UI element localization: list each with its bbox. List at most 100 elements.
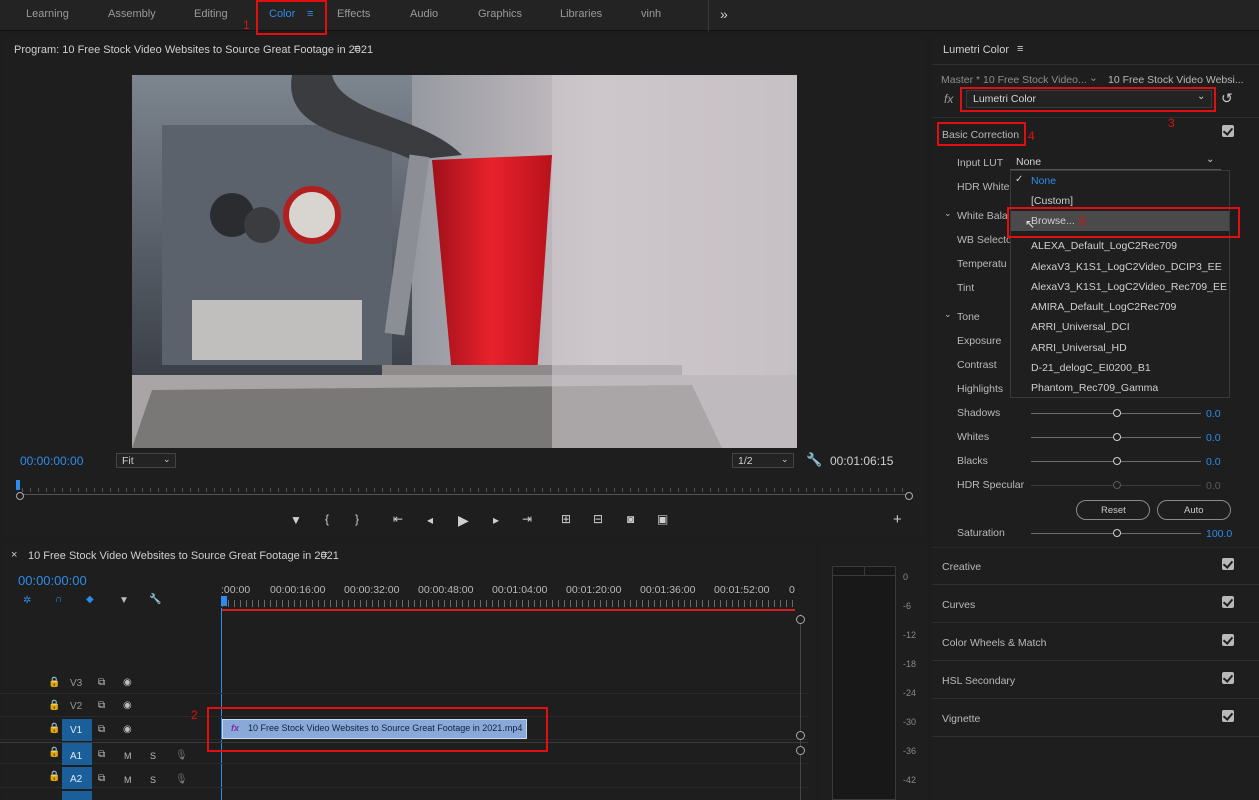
add-button-icon[interactable]: + [893, 511, 902, 528]
sync-lock-icon[interactable]: ⧉ [98, 677, 105, 688]
timeline-timecode[interactable]: 00:00:00:00 [18, 573, 87, 588]
hsl-secondary-checkbox[interactable] [1222, 672, 1234, 684]
settings-wrench-icon[interactable]: 🔧 [149, 594, 161, 605]
vscroll-handle-top[interactable] [796, 615, 805, 624]
master-clip-label[interactable]: Master * 10 Free Stock Video... [941, 74, 1087, 86]
blacks-value[interactable]: 0.0 [1206, 456, 1221, 468]
scrubber-end-handle[interactable] [905, 492, 913, 500]
creative-checkbox[interactable] [1222, 558, 1234, 570]
timeline-vscroll[interactable] [800, 614, 801, 800]
lut-option[interactable]: ALEXA_Default_LogC2Rec709 [1031, 240, 1177, 252]
mute-button[interactable]: M [124, 751, 132, 761]
sync-lock-icon[interactable]: ⧉ [98, 700, 105, 711]
resolution-dropdown[interactable]: 1/2 ⌄ [732, 453, 794, 468]
white-balance-header[interactable]: White Bala [957, 210, 1008, 222]
linked-selection-icon[interactable]: ∩ [55, 594, 62, 605]
go-to-out-icon[interactable]: ⇥ [522, 512, 532, 526]
reset-effect-icon[interactable]: ↺ [1221, 90, 1233, 107]
add-marker-timeline-icon[interactable]: ◆ [86, 594, 94, 605]
tone-header[interactable]: Tone [957, 311, 980, 323]
mark-out-icon[interactable]: } [355, 512, 359, 526]
sync-lock-icon[interactable]: ⧉ [98, 773, 105, 784]
saturation-value[interactable]: 100.0 [1206, 528, 1232, 540]
track-label-a1[interactable]: A1 [70, 751, 82, 762]
workspace-effects[interactable]: Effects [337, 8, 370, 20]
lut-option[interactable]: AMIRA_Default_LogC2Rec709 [1031, 301, 1176, 313]
extract-icon[interactable]: ⊟ [593, 512, 603, 526]
microphone-icon[interactable]: 🎙 [175, 774, 188, 785]
saturation-slider-knob[interactable] [1113, 529, 1121, 537]
solo-button[interactable]: S [150, 751, 156, 761]
eye-icon[interactable]: ◉ [123, 724, 132, 735]
curves-header[interactable]: Curves [942, 599, 975, 611]
scrubber-track[interactable] [22, 494, 906, 495]
creative-header[interactable]: Creative [942, 561, 981, 573]
timeline-playhead-head[interactable] [221, 596, 227, 606]
workspace-vinh[interactable]: vinh [641, 8, 661, 20]
fit-dropdown[interactable]: Fit ⌄ [116, 453, 176, 468]
fx-icon[interactable]: fx [944, 92, 953, 106]
lut-option[interactable]: AlexaV3_K1S1_LogC2Video_DCIP3_EE [1031, 261, 1222, 273]
lift-icon[interactable]: ⊞ [561, 512, 571, 526]
solo-button[interactable]: S [150, 775, 156, 785]
hsl-secondary-header[interactable]: HSL Secondary [942, 675, 1015, 687]
lut-option-custom[interactable]: [Custom] [1031, 195, 1073, 207]
go-to-in-icon[interactable]: ⇤ [393, 512, 403, 526]
workspace-audio[interactable]: Audio [410, 8, 438, 20]
vscroll-handle-audio[interactable] [796, 746, 805, 755]
program-timecode[interactable]: 00:00:00:00 [20, 454, 83, 468]
sync-lock-icon[interactable]: ⧉ [98, 749, 105, 760]
vscroll-handle-bottom[interactable] [796, 731, 805, 740]
lut-option[interactable]: AlexaV3_K1S1_LogC2Video_Rec709_EE [1031, 281, 1227, 293]
play-icon[interactable]: ▶ [458, 512, 469, 529]
lumetri-menu-icon[interactable]: ≡ [1017, 43, 1023, 55]
step-forward-icon[interactable]: ▸ [493, 513, 499, 527]
lut-option-none[interactable]: None [1031, 175, 1056, 187]
curves-checkbox[interactable] [1222, 596, 1234, 608]
basic-correction-checkbox[interactable] [1222, 125, 1234, 137]
track-label-v2[interactable]: V2 [70, 701, 82, 712]
lock-icon[interactable]: 🔒 [48, 700, 60, 711]
sequence-clip-label[interactable]: 10 Free Stock Video Websi... [1108, 74, 1244, 86]
chevron-down-icon[interactable]: ⌄ [1089, 72, 1098, 84]
eye-icon[interactable]: ◉ [123, 677, 132, 688]
track-label-v1[interactable]: V1 [70, 725, 82, 736]
workspace-learning[interactable]: Learning [26, 8, 69, 20]
lut-option[interactable]: Phantom_Rec709_Gamma [1031, 382, 1158, 394]
color-wheels-header[interactable]: Color Wheels & Match [942, 637, 1046, 649]
source-patch-a3[interactable] [62, 791, 92, 800]
vignette-header[interactable]: Vignette [942, 713, 980, 725]
lock-icon[interactable]: 🔒 [48, 747, 60, 758]
comparison-view-icon[interactable]: ▣ [657, 512, 668, 526]
lut-option[interactable]: ARRI_Universal_HD [1031, 342, 1127, 354]
track-label-v3[interactable]: V3 [70, 678, 82, 689]
lut-option[interactable]: ARRI_Universal_DCI [1031, 321, 1130, 333]
lock-icon[interactable]: 🔒 [48, 723, 60, 734]
shadows-slider-knob[interactable] [1113, 409, 1121, 417]
timeline-close-icon[interactable]: × [11, 549, 17, 561]
workspace-editing[interactable]: Editing [194, 8, 228, 20]
more-workspaces-icon[interactable]: » [720, 6, 728, 22]
eye-icon[interactable]: ◉ [123, 700, 132, 711]
add-marker-icon[interactable]: ▼ [290, 513, 302, 527]
microphone-icon[interactable]: 🎙 [175, 750, 188, 761]
mute-button[interactable]: M [124, 775, 132, 785]
whites-slider-knob[interactable] [1113, 433, 1121, 441]
chevron-down-icon[interactable]: ⌄ [944, 309, 952, 320]
lut-option[interactable]: D-21_delogC_EI0200_B1 [1031, 362, 1151, 374]
marker-icon[interactable]: ▼ [119, 595, 129, 606]
sync-lock-icon[interactable]: ⧉ [98, 724, 105, 735]
scrubber-start-handle[interactable] [16, 492, 24, 500]
program-menu-icon[interactable]: ≡ [354, 43, 360, 55]
blacks-slider-knob[interactable] [1113, 457, 1121, 465]
reset-button[interactable]: Reset [1076, 500, 1150, 520]
color-wheels-checkbox[interactable] [1222, 634, 1234, 646]
whites-value[interactable]: 0.0 [1206, 432, 1221, 444]
chevron-down-icon[interactable]: ⌄ [944, 208, 952, 219]
mark-in-icon[interactable]: { [325, 512, 329, 526]
shadows-value[interactable]: 0.0 [1206, 408, 1221, 420]
snap-icon[interactable]: ✲ [23, 595, 31, 606]
workspace-libraries[interactable]: Libraries [560, 8, 602, 20]
lock-icon[interactable]: 🔒 [48, 771, 60, 782]
auto-button[interactable]: Auto [1157, 500, 1231, 520]
